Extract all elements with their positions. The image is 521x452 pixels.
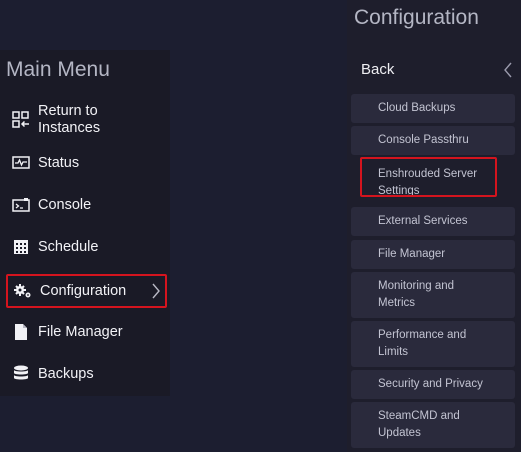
submenu-item-security-and-privacy[interactable]: Security and Privacy [351, 370, 515, 399]
submenu-item-label: Enshrouded Server Settings [378, 168, 478, 197]
submenu-item-console-passthru[interactable]: Console Passthru [351, 126, 515, 155]
submenu-item-label: Security and Privacy [378, 378, 483, 390]
menu-item-label: Console [38, 196, 92, 213]
submenu-item-monitoring-and-metrics[interactable]: Monitoring and Metrics [351, 272, 515, 318]
menu-item-schedule[interactable]: Schedule [6, 230, 167, 264]
configuration-panel: Configuration Back Cloud Backups Console… [347, 0, 521, 452]
submenu-item-label: Performance and Limits [378, 329, 467, 358]
submenu-item-label: SteamCMD and Updates [378, 410, 460, 439]
submenu-item-label: Console Passthru [378, 134, 469, 146]
menu-item-label: Configuration [40, 282, 127, 299]
menu-item-backups[interactable]: Backups [6, 357, 167, 391]
return-instances-icon [12, 111, 30, 129]
gears-icon [14, 282, 32, 300]
submenu-item-label: Cloud Backups [378, 102, 456, 114]
menu-item-console[interactable]: Console [6, 188, 167, 222]
submenu-item-label: Monitoring and Metrics [378, 280, 455, 309]
chevron-left-icon [503, 61, 513, 84]
back-button[interactable]: Back [347, 52, 521, 86]
configuration-title: Configuration [354, 6, 479, 29]
submenu-item-file-manager[interactable]: File Manager [351, 240, 515, 269]
database-icon [12, 365, 30, 383]
status-monitor-icon [12, 154, 30, 172]
submenu-item-cloud-backups[interactable]: Cloud Backups [351, 94, 515, 123]
file-icon [12, 323, 30, 341]
console-terminal-icon [12, 196, 30, 214]
submenu-item-label: File Manager [378, 248, 446, 260]
menu-item-status[interactable]: Status [6, 146, 167, 180]
submenu-item-external-services[interactable]: External Services [351, 207, 515, 236]
submenu-item-label: External Services [378, 215, 468, 227]
submenu-item-performance-and-limits[interactable]: Performance and Limits [351, 321, 515, 367]
main-menu-panel: Main Menu Return to Instances Status Con… [0, 50, 170, 396]
menu-item-label: Status [38, 154, 80, 171]
submenu-item-enshrouded-server-settings[interactable]: Enshrouded Server Settings [351, 160, 515, 206]
menu-item-label: Schedule [38, 238, 99, 255]
menu-item-label: Backups [38, 365, 94, 382]
main-menu-title: Main Menu [6, 58, 110, 81]
calendar-icon [12, 238, 30, 256]
back-label: Back [361, 60, 395, 78]
menu-item-configuration[interactable]: Configuration [6, 274, 167, 308]
menu-item-return-to-instances[interactable]: Return to Instances [6, 103, 167, 137]
menu-item-label: Return to Instances [38, 103, 101, 136]
menu-item-label: File Manager [38, 323, 123, 340]
menu-item-file-manager[interactable]: File Manager [6, 315, 167, 349]
chevron-right-icon [151, 282, 161, 304]
submenu-item-steamcmd-and-updates[interactable]: SteamCMD and Updates [351, 402, 515, 448]
